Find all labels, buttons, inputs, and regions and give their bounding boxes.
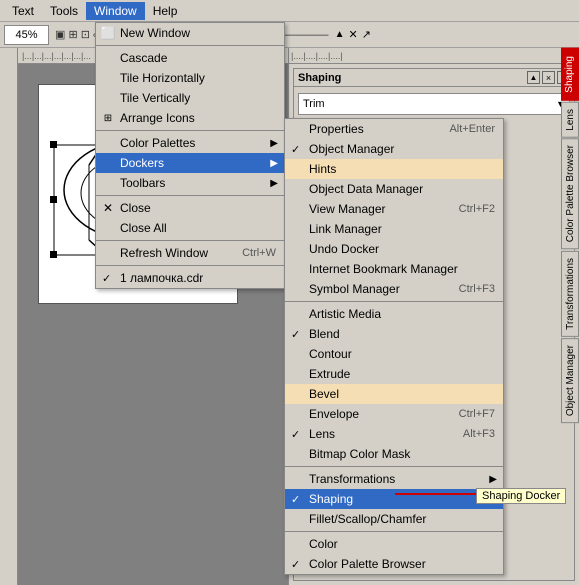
shaping-mode-dropdown[interactable]: Trim ▼: [298, 93, 570, 115]
menu-dockers[interactable]: Dockers ▶: [96, 153, 284, 173]
menu-help[interactable]: Help: [145, 2, 186, 20]
vertical-tabs: Shaping Lens Color Palette Browser Trans…: [561, 48, 579, 585]
toolbar: ▣ ⊞ ⊡ ◈ ◉ ✦ 300 millimeters ↠ Shaping ——…: [0, 22, 579, 48]
shaping-header: Shaping ▲ × ↗: [294, 69, 574, 87]
close-icon: ✕: [100, 200, 116, 216]
obj-mgr-check-icon: ✓: [291, 143, 300, 156]
dockers-fillet[interactable]: Fillet/Scallop/Chamfer: [285, 509, 503, 529]
dockers-menu: Properties Alt+Enter ✓ Object Manager Hi…: [284, 118, 504, 575]
sep4: [96, 240, 284, 241]
shaping-mode-value: Trim: [303, 98, 325, 110]
dockers-color-palette-browser[interactable]: ✓ Color Palette Browser: [285, 554, 503, 574]
menu-toolbars[interactable]: Toolbars ▶: [96, 173, 284, 193]
dockers-view-manager[interactable]: View Manager Ctrl+F2: [285, 199, 503, 219]
menu-window[interactable]: Window: [86, 2, 145, 20]
dockers-bevel[interactable]: Bevel: [285, 384, 503, 404]
dockers-undo[interactable]: Undo Docker: [285, 239, 503, 259]
external-icon[interactable]: ↗: [362, 28, 371, 41]
dockers-bitmap-color[interactable]: Bitmap Color Mask: [285, 444, 503, 464]
vtab-transformations[interactable]: Transformations: [561, 251, 579, 337]
close-docker-button[interactable]: ×: [542, 71, 555, 84]
sep5: [96, 265, 284, 266]
menu-tile-v[interactable]: Tile Vertically: [96, 88, 284, 108]
menu-tools[interactable]: Tools: [42, 2, 86, 20]
close-panel-icon[interactable]: ✕: [348, 28, 357, 41]
sep2: [96, 130, 284, 131]
menu-color-palettes[interactable]: Color Palettes ▶: [96, 133, 284, 153]
dockers-sep2: [285, 466, 503, 467]
new-window-icon: ⬜: [100, 25, 116, 41]
right-ruler: |....|....|....|....|: [289, 48, 579, 64]
shaping-check-icon: ✓: [291, 493, 300, 506]
vtab-color-palette-browser[interactable]: Color Palette Browser: [561, 138, 579, 249]
vtab-object-manager[interactable]: Object Manager: [561, 338, 579, 423]
vtab-shaping[interactable]: Shaping: [561, 48, 579, 101]
sep1: [96, 45, 284, 46]
shaping-docker-tooltip: Shaping Docker: [476, 488, 566, 504]
window-menu: ⬜ New Window Cascade Tile Horizontally T…: [95, 22, 285, 289]
menu-arrange-icons[interactable]: ⊞ Arrange Icons: [96, 108, 284, 128]
dockers-color[interactable]: Color: [285, 534, 503, 554]
menu-bar: Text Tools Window Help: [0, 0, 579, 22]
dockers-transformations[interactable]: Transformations ▶: [285, 469, 503, 489]
shaping-title: Shaping: [298, 72, 341, 84]
dockers-contour[interactable]: Contour: [285, 344, 503, 364]
dockers-bookmark[interactable]: Internet Bookmark Manager: [285, 259, 503, 279]
dockers-artistic-media[interactable]: Artistic Media: [285, 304, 503, 324]
blend-check-icon: ✓: [291, 328, 300, 341]
vtab-lens[interactable]: Lens: [561, 102, 579, 138]
transform-arrow-icon: ▶: [489, 474, 497, 485]
dockers-shaping[interactable]: ✓ Shaping: [285, 489, 503, 509]
cpb-check-icon: ✓: [291, 558, 300, 571]
menu-refresh[interactable]: Refresh Window Ctrl+W: [96, 243, 284, 263]
menu-close-all[interactable]: Close All: [96, 218, 284, 238]
toolbars-arrow-icon: ▶: [270, 178, 278, 189]
arrange-icons-icon: ⊞: [100, 110, 116, 126]
menu-close[interactable]: ✕ Close: [96, 198, 284, 218]
menu-cascade[interactable]: Cascade: [96, 48, 284, 68]
dockers-sep3: [285, 531, 503, 532]
pin-icon[interactable]: ▲: [335, 29, 345, 40]
ruler-left: [0, 48, 18, 585]
dockers-arrow-icon: ▶: [270, 158, 278, 169]
menu-text[interactable]: Text: [4, 2, 42, 20]
color-palettes-arrow-icon: ▶: [270, 138, 278, 149]
dockers-link-manager[interactable]: Link Manager: [285, 219, 503, 239]
dockers-envelope[interactable]: Envelope Ctrl+F7: [285, 404, 503, 424]
zoom-input[interactable]: [4, 25, 49, 45]
dockers-sep1: [285, 301, 503, 302]
minimize-button[interactable]: ▲: [527, 71, 540, 84]
dockers-hints[interactable]: Hints: [285, 159, 503, 179]
menu-tile-h[interactable]: Tile Horizontally: [96, 68, 284, 88]
shaping-indicator-line: [395, 493, 478, 495]
file1-check-icon: ✓: [102, 272, 111, 285]
dockers-object-data[interactable]: Object Data Manager: [285, 179, 503, 199]
menu-file1[interactable]: ✓ 1 лампочка.cdr: [96, 268, 284, 288]
dockers-blend[interactable]: ✓ Blend: [285, 324, 503, 344]
dockers-symbol[interactable]: Symbol Manager Ctrl+F3: [285, 279, 503, 299]
menu-new-window[interactable]: ⬜ New Window: [96, 23, 284, 43]
lens-check-icon: ✓: [291, 428, 300, 441]
dockers-object-manager[interactable]: ✓ Object Manager: [285, 139, 503, 159]
sep3: [96, 195, 284, 196]
dockers-extrude[interactable]: Extrude: [285, 364, 503, 384]
dockers-properties[interactable]: Properties Alt+Enter: [285, 119, 503, 139]
dockers-lens[interactable]: ✓ Lens Alt+F3: [285, 424, 503, 444]
